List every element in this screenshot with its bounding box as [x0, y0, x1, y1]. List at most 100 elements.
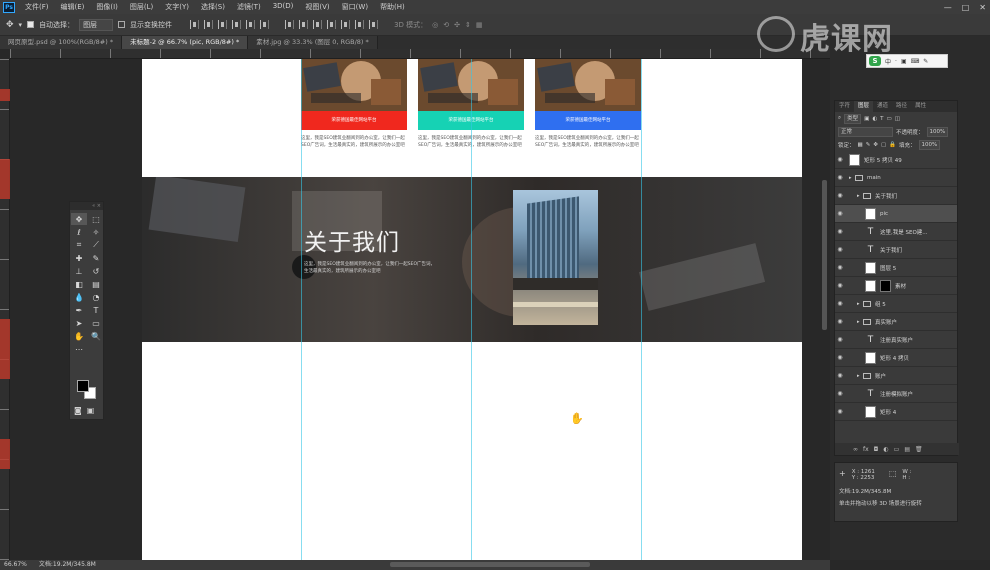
- ime-item[interactable]: 中: [885, 57, 891, 66]
- eyedropper-tool-icon[interactable]: ⟋: [88, 239, 104, 251]
- menu-item[interactable]: 帮助(H): [374, 2, 411, 12]
- filter-pixel-icon[interactable]: ▣: [864, 116, 869, 122]
- filter-shape-icon[interactable]: ▭: [887, 116, 892, 122]
- distribute-vcenter-icon[interactable]: [299, 20, 309, 29]
- distribute-hcenter-icon[interactable]: [341, 20, 351, 29]
- document-tab[interactable]: 未标题-2 @ 66.7% (pic, RGB/8#) *: [122, 36, 249, 49]
- menu-item[interactable]: 文字(Y): [159, 2, 195, 12]
- layer-row[interactable]: ◉ 矩形 5 拷贝 49: [835, 151, 957, 169]
- marquee-tool-icon[interactable]: ⬚: [88, 213, 104, 225]
- pan-3d-icon[interactable]: ✣: [454, 21, 460, 29]
- menu-item[interactable]: 编辑(E): [55, 2, 91, 12]
- panel-tab[interactable]: 通道: [873, 101, 892, 112]
- ime-toolbar[interactable]: S 中 · ▣ ⌨ ✎: [866, 54, 948, 68]
- slide-3d-icon[interactable]: ⇕: [465, 21, 471, 29]
- building-photo[interactable]: [513, 190, 598, 325]
- auto-align-icon[interactable]: [369, 20, 379, 29]
- layer-footer-icon[interactable]: ▭: [894, 446, 900, 453]
- menu-item[interactable]: 窗口(W): [336, 2, 374, 12]
- layer-row[interactable]: ◉ T 这里,我是 SEO建...: [835, 223, 957, 241]
- roll-3d-icon[interactable]: ⟲: [443, 21, 449, 29]
- maximize-icon[interactable]: □: [962, 3, 970, 12]
- layer-footer-icon[interactable]: 🗑: [915, 446, 923, 453]
- menu-item[interactable]: 选择(S): [195, 2, 231, 12]
- blend-mode-dropdown[interactable]: 正常: [838, 126, 893, 137]
- menu-item[interactable]: 滤镜(T): [231, 2, 267, 12]
- visibility-eye-icon[interactable]: ◉: [835, 156, 845, 163]
- document-canvas[interactable]: 荣获德国最佳网站平台 这里，我是SEO建筑业翻阅到的办公室，让我们一起SEO广告词…: [142, 59, 802, 560]
- visibility-eye-icon[interactable]: ◉: [835, 228, 845, 235]
- layer-row[interactable]: ◉ 矩形 4: [835, 403, 957, 421]
- clone-stamp-tool-icon[interactable]: ⊥: [71, 265, 87, 277]
- scale-3d-icon[interactable]: ▦: [476, 21, 483, 29]
- eraser-tool-icon[interactable]: ◧: [71, 278, 87, 290]
- visibility-eye-icon[interactable]: ◉: [835, 246, 845, 253]
- panel-tab[interactable]: 图层: [854, 101, 874, 112]
- filter-kind-dropdown[interactable]: 类型: [844, 113, 862, 124]
- lock-move-icon[interactable]: ✥: [873, 142, 878, 148]
- visibility-eye-icon[interactable]: ◉: [835, 210, 845, 217]
- distribute-right-icon[interactable]: [355, 20, 365, 29]
- filter-type-icon[interactable]: T: [880, 116, 883, 122]
- zoom-tool-icon[interactable]: 🔍: [88, 330, 104, 342]
- panel-tab[interactable]: 字符: [835, 101, 854, 112]
- visibility-eye-icon[interactable]: ◉: [835, 282, 845, 289]
- fill-field[interactable]: 100%: [918, 139, 941, 150]
- layer-row[interactable]: ◉ T 注册真实账户: [835, 331, 957, 349]
- layer-footer-icon[interactable]: ∞: [853, 446, 858, 453]
- document-tab[interactable]: 网页原型.psd @ 100%(RGB/8#) *: [0, 36, 123, 49]
- history-brush-tool-icon[interactable]: ↺: [88, 265, 104, 277]
- distribute-left-icon[interactable]: [327, 20, 337, 29]
- lock-pixels-icon[interactable]: ▦: [858, 142, 863, 148]
- minimize-icon[interactable]: —: [944, 3, 952, 12]
- layer-row[interactable]: ◉ ▸ 账户: [835, 367, 957, 385]
- layer-row[interactable]: ◉ 矩形 4 拷贝: [835, 349, 957, 367]
- layer-footer-icon[interactable]: ◐: [883, 446, 888, 453]
- zoom-level[interactable]: 66.67%: [4, 560, 27, 570]
- panel-tab[interactable]: 路径: [892, 101, 911, 112]
- quick-mask-icon[interactable]: ◙: [74, 406, 82, 415]
- align-right-icon[interactable]: [260, 20, 270, 29]
- layer-row[interactable]: ◉ ▸ main: [835, 169, 957, 187]
- menu-item[interactable]: 图层(L): [124, 2, 159, 12]
- layer-row[interactable]: ◉ ▸ 组 5: [835, 295, 957, 313]
- layer-footer-icon[interactable]: fx: [863, 446, 869, 453]
- layer-row[interactable]: ◉ pic: [835, 205, 957, 223]
- visibility-eye-icon[interactable]: ◉: [835, 408, 845, 415]
- visibility-eye-icon[interactable]: ◉: [835, 372, 845, 379]
- rectangle-tool-icon[interactable]: ▭: [88, 317, 104, 329]
- visibility-eye-icon[interactable]: ◉: [835, 354, 845, 361]
- path-selection-tool-icon[interactable]: ➤: [71, 317, 87, 329]
- guide-line[interactable]: [641, 59, 642, 560]
- layer-row[interactable]: ◉ T 关于我们: [835, 241, 957, 259]
- visibility-eye-icon[interactable]: ◉: [835, 390, 845, 397]
- layer-row[interactable]: ◉ ▸ 关于我们: [835, 187, 957, 205]
- vertical-scrollbar[interactable]: [822, 180, 827, 330]
- pen-tool-icon[interactable]: ✒: [71, 304, 87, 316]
- guide-line[interactable]: [471, 59, 472, 560]
- layer-row[interactable]: ◉ 图层 5: [835, 259, 957, 277]
- lock-brush-icon[interactable]: ✎: [866, 142, 871, 148]
- orbit-3d-icon[interactable]: ◎: [432, 21, 438, 29]
- visibility-eye-icon[interactable]: ◉: [835, 318, 845, 325]
- menu-item[interactable]: 文件(F): [19, 2, 55, 12]
- gradient-tool-icon[interactable]: ▤: [88, 278, 104, 290]
- layer-footer-icon[interactable]: ◘: [874, 446, 879, 453]
- screen-mode-icon[interactable]: ▣: [87, 406, 95, 415]
- align-top-icon[interactable]: [190, 20, 200, 29]
- menu-item[interactable]: 3D(D): [267, 2, 300, 12]
- align-hcenter-icon[interactable]: [246, 20, 256, 29]
- magic-wand-tool-icon[interactable]: ✧: [88, 226, 104, 238]
- lock-artboard-icon[interactable]: ▢: [881, 142, 886, 148]
- blur-tool-icon[interactable]: 💧: [71, 291, 87, 303]
- move-tool-icon[interactable]: ✥: [6, 20, 14, 30]
- align-bottom-icon[interactable]: [218, 20, 228, 29]
- type-tool-icon[interactable]: T: [88, 304, 104, 316]
- card-photo[interactable]: [535, 59, 641, 111]
- healing-brush-tool-icon[interactable]: ✚: [71, 252, 87, 264]
- lasso-tool-icon[interactable]: ℓ: [71, 226, 87, 238]
- close-icon[interactable]: ✕: [979, 3, 986, 12]
- horizontal-ruler[interactable]: [10, 49, 830, 59]
- dodge-tool-icon[interactable]: ◔: [88, 291, 104, 303]
- distribute-bottom-icon[interactable]: [313, 20, 323, 29]
